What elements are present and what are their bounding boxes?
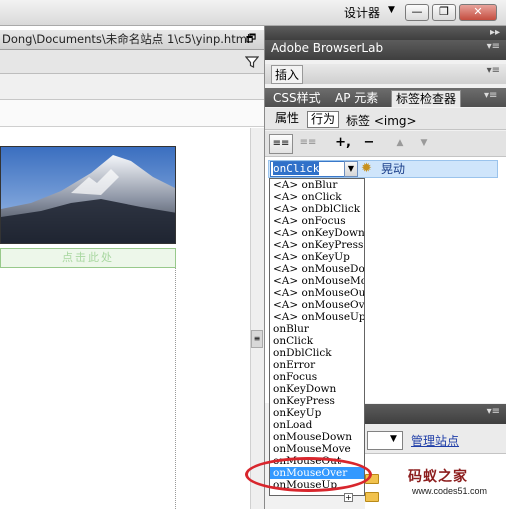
filter-icon[interactable] <box>244 55 260 72</box>
tab-ap-elements[interactable]: AP 元素 <box>331 90 382 107</box>
event-option[interactable]: onKeyDown <box>270 383 364 395</box>
behavior-action-label[interactable]: 晃动 <box>381 160 405 177</box>
event-option[interactable]: onKeyPress <box>270 395 364 407</box>
ruler <box>0 100 264 127</box>
caption-text: 点击此处 <box>62 251 114 264</box>
tab-tag-inspector[interactable]: 标签检查器 <box>391 90 462 107</box>
document-tab-path[interactable]: Dong\Documents\未命名站点 1\c5\yinp.html <box>0 30 264 50</box>
event-option[interactable]: onFocus <box>270 371 364 383</box>
application-bar <box>0 0 506 26</box>
event-option[interactable]: <A> onMouseDown <box>270 263 364 275</box>
browserlab-panel-header[interactable]: Adobe BrowserLab ▾≡ <box>265 40 506 60</box>
site-select[interactable] <box>367 431 403 450</box>
document-subtoolbar <box>0 74 264 100</box>
image-caption-placeholder[interactable]: 点击此处 <box>0 248 176 268</box>
expand-icon[interactable]: + <box>344 493 353 502</box>
move-up-icon[interactable]: ▲ <box>393 134 407 154</box>
browserlab-title: Adobe BrowserLab <box>271 41 384 55</box>
event-option[interactable]: <A> onMouseOut <box>270 287 364 299</box>
event-select-value: onClick <box>273 162 320 175</box>
panel-dock-top: ▸▸ <box>265 26 506 40</box>
show-all-events-button[interactable]: ≡≡ <box>297 134 319 154</box>
subtab-behaviors[interactable]: 行为 <box>307 111 340 128</box>
folder-icon[interactable] <box>365 492 379 502</box>
event-option[interactable]: onMouseMove <box>270 443 364 455</box>
panel-menu-icon[interactable]: ▾≡ <box>484 90 497 101</box>
event-option[interactable]: <A> onKeyPress <box>270 239 364 251</box>
workspace-switcher[interactable]: 设计器 <box>344 4 380 21</box>
close-button[interactable]: ✕ <box>459 4 497 21</box>
behavior-gear-icon: ✹ <box>361 161 372 176</box>
event-option[interactable]: <A> onKeyUp <box>270 251 364 263</box>
event-dropdown-list[interactable]: <A> onBlur <A> onClick <A> onDblClick <A> o… <box>269 178 365 496</box>
manage-sites-link[interactable]: 管理站点 <box>411 432 459 449</box>
workspace-dropdown-icon[interactable]: ▼ <box>388 5 395 15</box>
watermark-url: www.codes51.com <box>412 486 488 496</box>
event-option[interactable]: onMouseDown <box>270 431 364 443</box>
event-option[interactable]: <A> onBlur <box>270 179 364 191</box>
chevron-down-icon[interactable]: ▼ <box>390 434 397 444</box>
mountain-image[interactable] <box>0 146 176 244</box>
event-option[interactable]: onDblClick <box>270 347 364 359</box>
panel-menu-icon[interactable]: ▾≡ <box>487 65 500 76</box>
event-option[interactable]: <A> onMouseMove <box>270 275 364 287</box>
document-toolbar <box>0 50 264 74</box>
layout-guide <box>175 268 176 509</box>
event-option[interactable]: onLoad <box>270 419 364 431</box>
panel-menu-icon[interactable]: ▾≡ <box>487 406 500 417</box>
document-restore-icon[interactable]: 🗗 <box>243 32 259 46</box>
insert-tab[interactable]: 插入 <box>271 65 304 84</box>
event-option[interactable]: <A> onDblClick <box>270 203 364 215</box>
insert-panel-header[interactable]: 插入 ▾≡ <box>265 64 506 84</box>
event-options: <A> onBlur <A> onClick <A> onDblClick <A> o… <box>270 179 364 491</box>
tab-css-styles[interactable]: CSS样式 <box>269 90 325 107</box>
chevron-down-icon[interactable]: ▼ <box>344 161 358 177</box>
event-option[interactable]: onClick <box>270 335 364 347</box>
files-panel-header[interactable]: ▾≡ <box>365 404 506 424</box>
add-behavior-button[interactable]: +, <box>334 134 352 154</box>
show-set-events-button[interactable]: ≡≡ <box>269 134 293 154</box>
event-option[interactable]: <A> onClick <box>270 191 364 203</box>
subtab-attributes[interactable]: 属性 <box>272 111 302 128</box>
move-down-icon[interactable]: ▼ <box>417 134 431 154</box>
event-option[interactable]: onBlur <box>270 323 364 335</box>
document-scrollbar[interactable] <box>250 128 264 509</box>
event-option[interactable]: <A> onMouseUp <box>270 311 364 323</box>
scrollbar-thumb[interactable]: ≡ <box>251 330 263 348</box>
event-option[interactable]: <A> onKeyDown <box>270 227 364 239</box>
highlight-annotation <box>245 457 372 492</box>
restore-button[interactable]: ❐ <box>432 4 456 21</box>
panel-menu-icon[interactable]: ▾≡ <box>487 41 500 52</box>
event-option[interactable]: onKeyUp <box>270 407 364 419</box>
minimize-button[interactable]: — <box>405 4 429 21</box>
event-option[interactable]: <A> onMouseOver <box>270 299 364 311</box>
event-option[interactable]: onError <box>270 359 364 371</box>
remove-behavior-button[interactable]: − <box>362 134 376 154</box>
tag-label: 标签 <img> <box>346 114 417 128</box>
event-option[interactable]: <A> onFocus <box>270 215 364 227</box>
watermark-title: 码蚁之家 <box>408 469 468 485</box>
